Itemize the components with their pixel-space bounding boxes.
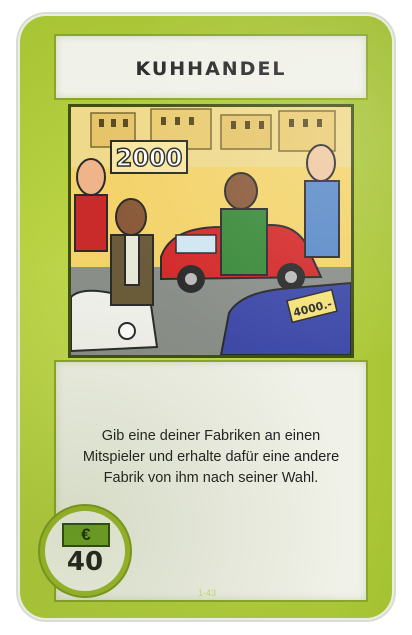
cost-badge: € 40	[40, 506, 130, 596]
card-illustration: 2000 4000.-	[68, 104, 354, 358]
euro-icon: €	[62, 523, 110, 547]
cartoon-car-trade-icon: 2000 4000.-	[71, 107, 351, 355]
card-title: KUHHANDEL	[135, 58, 287, 80]
game-card[interactable]: KUHHANDEL 2000 4000.- Gib eine deiner Fa…	[20, 16, 392, 618]
card-rule-text: Gib eine deiner Fabriken an einen Mitspi…	[82, 428, 340, 486]
cost-value: 40	[66, 547, 104, 577]
title-panel: KUHHANDEL	[54, 34, 368, 100]
price-sign-2000: 2000	[116, 144, 183, 172]
card-code: 1-43	[198, 588, 217, 598]
